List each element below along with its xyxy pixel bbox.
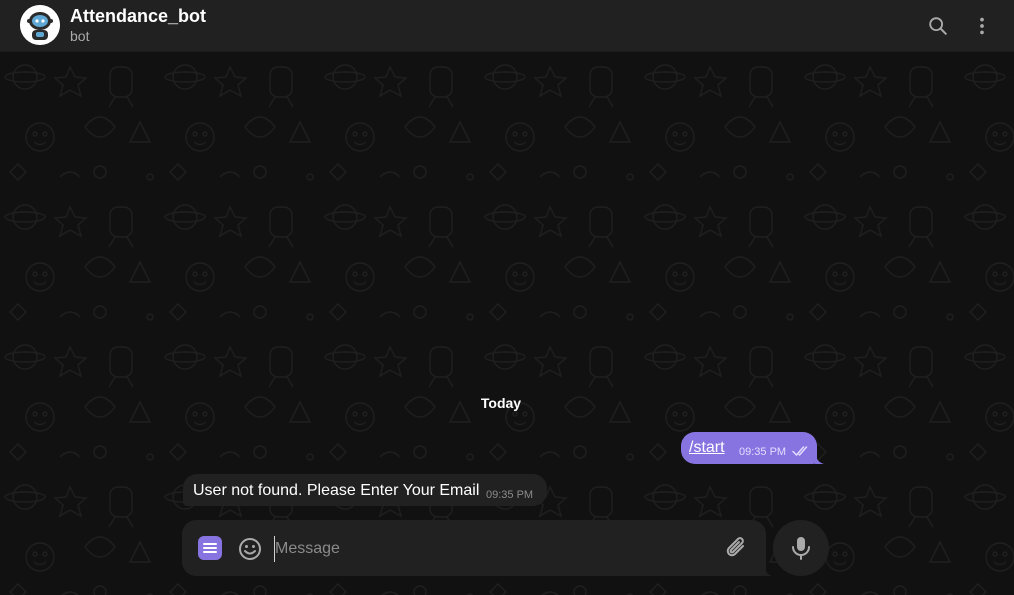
double-check-icon xyxy=(792,446,808,456)
bot-menu-button[interactable] xyxy=(198,536,222,560)
incoming-message-bubble[interactable]: User not found. Please Enter Your Email … xyxy=(183,474,547,506)
composer-tail xyxy=(764,564,772,576)
microphone-icon xyxy=(792,537,810,560)
robot-avatar-icon xyxy=(20,5,60,45)
message-input[interactable] xyxy=(274,536,697,562)
outgoing-message-bubble[interactable]: /start 09:35 PM xyxy=(681,432,824,464)
chat-header: Attendance_bot bot xyxy=(0,0,1014,52)
message-time: 09:35 PM xyxy=(486,489,534,501)
bubble-tail xyxy=(815,452,824,464)
attach-button[interactable] xyxy=(724,535,750,561)
search-icon xyxy=(929,17,947,35)
message-list[interactable]: Today /start 09:35 PM User not found. Pl… xyxy=(0,52,1014,595)
doodle-background-pattern xyxy=(0,52,1014,595)
message-composer xyxy=(182,520,772,576)
date-separator: Today xyxy=(480,395,522,411)
bot-avatar[interactable] xyxy=(20,5,60,45)
menu-icon xyxy=(203,543,217,553)
chat-title[interactable]: Attendance_bot xyxy=(70,6,206,27)
message-text[interactable]: User not found. Please Enter Your Email xyxy=(193,482,479,500)
telegram-chat-window: Attendance_bot bot Today /start 09:35 PM… xyxy=(0,0,1014,595)
voice-message-button[interactable] xyxy=(773,520,829,576)
message-time: 09:35 PM xyxy=(739,446,787,458)
paperclip-icon xyxy=(726,537,744,557)
message-text[interactable]: /start xyxy=(689,439,725,457)
more-vertical-icon xyxy=(980,17,984,35)
smiley-icon xyxy=(239,538,261,560)
more-options-button[interactable] xyxy=(966,10,998,42)
chat-subtitle: bot xyxy=(70,28,90,44)
emoji-button[interactable] xyxy=(237,536,263,562)
search-button[interactable] xyxy=(922,10,954,42)
